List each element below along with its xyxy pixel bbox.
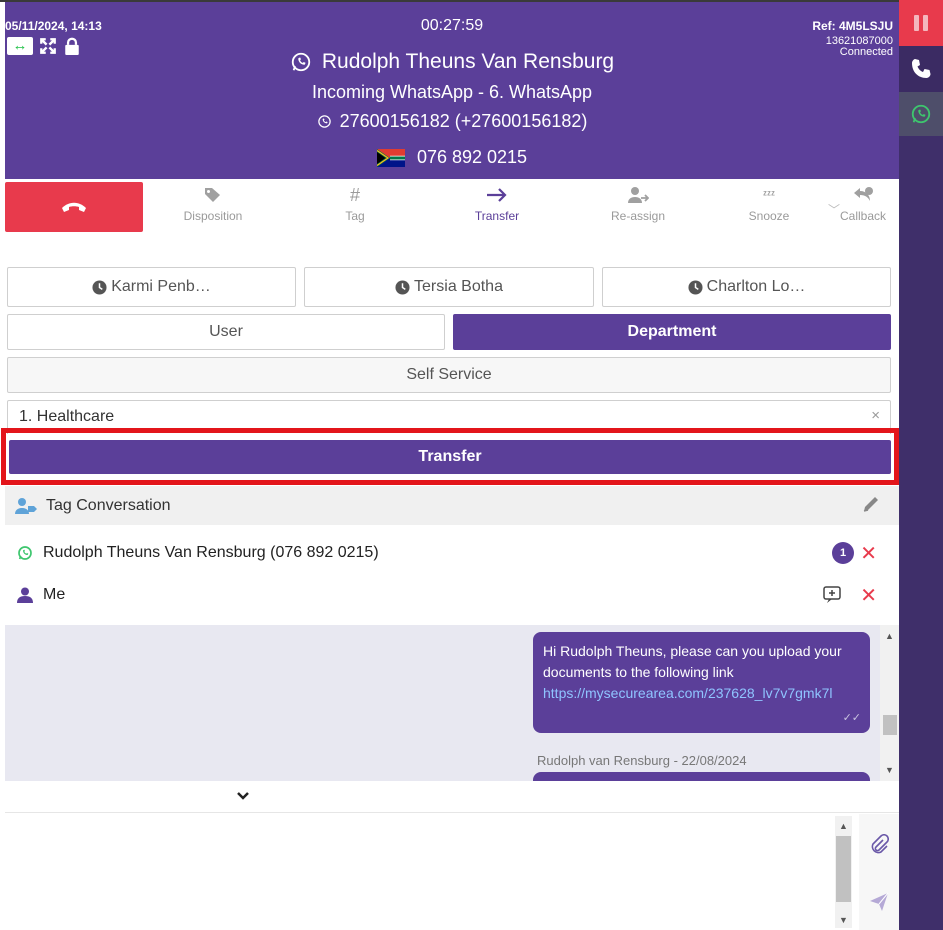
contact-name-row: Rudolph Theuns Van Rensburg	[5, 50, 899, 74]
quick-agent-label: Karmi Penb…	[111, 278, 211, 295]
app: 05/11/2024, 14:13 ↔ 00:27:59 Ref: 4M5LSJ…	[0, 0, 943, 930]
message-link[interactable]: https://mysecurearea.com/237628_lv7v7gmk…	[543, 683, 860, 704]
quick-agent-1[interactable]: Karmi Penb…	[7, 267, 296, 307]
quick-agent-label: Tersia Botha	[414, 278, 503, 295]
remove-icon[interactable]: ✕	[860, 583, 877, 608]
snooze-icon: ᶻᶻᶻ	[763, 189, 775, 201]
transfer-mode-department[interactable]: Department	[453, 314, 891, 350]
participant-name: Rudolph Theuns Van Rensburg (076 892 021…	[43, 544, 379, 561]
callback-label: Callback	[839, 209, 887, 223]
snooze-button[interactable]: ᶻᶻᶻ Snooze	[724, 181, 814, 233]
scroll-up-icon[interactable]: ▲	[839, 821, 848, 831]
transfer-button[interactable]: Transfer	[9, 440, 891, 474]
call-header: 05/11/2024, 14:13 ↔ 00:27:59 Ref: 4M5LSJ…	[5, 2, 899, 179]
clock-icon	[395, 279, 410, 295]
whatsapp-icon	[18, 546, 32, 560]
whatsapp-number-row: 27600156182 (+27600156182)	[5, 111, 899, 132]
participant-contact: Rudolph Theuns Van Rensburg (076 892 021…	[5, 533, 899, 573]
call-timer: 00:27:59	[420, 17, 484, 34]
chat-history[interactable]: Hi Rudolph Theuns, please can you upload…	[5, 625, 899, 781]
chat-bubble-icon[interactable]	[823, 586, 841, 604]
arrow-right-icon	[487, 188, 507, 202]
scroll-down-icon[interactable]: ▼	[839, 915, 848, 925]
pencil-icon[interactable]	[861, 494, 881, 514]
tag-label: Tag	[345, 209, 365, 223]
tag-icon	[205, 188, 220, 202]
scroll-up-icon[interactable]: ▲	[885, 631, 894, 641]
call-toolbar: Disposition # Tag Transfer Re-assign ᶻᶻᶻ…	[5, 181, 899, 233]
reassign-label: Re-assign	[610, 209, 666, 223]
transfer-tool-button[interactable]: Transfer	[452, 181, 542, 233]
phone-channel-button[interactable]	[899, 46, 943, 92]
quick-agent-3[interactable]: Charlton Lo…	[602, 267, 891, 307]
chat-scrollbar[interactable]: ▲ ▼	[880, 625, 899, 781]
send-icon[interactable]	[869, 892, 889, 912]
contact-name: Rudolph Theuns Van Rensburg	[321, 50, 615, 73]
message-input[interactable]	[5, 814, 835, 930]
whatsapp-channel-button[interactable]	[899, 92, 943, 136]
tag-conversation-label: Tag Conversation	[46, 496, 171, 514]
participant-name: Me	[43, 586, 66, 603]
phone-icon	[912, 59, 931, 78]
contact-number: 076 892 0215	[416, 147, 528, 167]
south-africa-flag-icon	[376, 148, 405, 167]
transfer-mode-user[interactable]: User	[7, 314, 445, 350]
hangup-button[interactable]	[5, 182, 143, 232]
transfer-mode-self-service[interactable]: Self Service	[7, 357, 891, 393]
hangup-icon	[62, 202, 86, 212]
message-text: Hi Rudolph Theuns, please can you upload…	[543, 643, 842, 680]
interaction-type: Incoming WhatsApp - 6. WhatsApp	[311, 82, 593, 102]
transfer-tool-label: Transfer	[474, 209, 520, 223]
hash-icon: #	[349, 184, 360, 205]
whatsapp-icon	[291, 52, 311, 72]
tag-button[interactable]: # Tag	[310, 181, 400, 233]
remove-icon[interactable]: ✕	[860, 541, 877, 566]
scroll-to-bottom-bar	[5, 781, 899, 813]
clock-icon	[92, 279, 107, 295]
snooze-label: Snooze	[748, 209, 790, 223]
scroll-thumb[interactable]	[883, 715, 897, 735]
whatsapp-icon	[317, 115, 331, 128]
channel-rail	[899, 0, 943, 930]
disposition-button[interactable]: Disposition	[168, 181, 258, 233]
scroll-thumb[interactable]	[836, 836, 851, 902]
participant-me: Me ✕	[5, 575, 899, 615]
whatsapp-number: 27600156182 (+27600156182)	[339, 111, 588, 131]
composer-scrollbar[interactable]: ▲ ▼	[835, 816, 852, 928]
pause-button[interactable]	[899, 0, 943, 46]
chevron-down-icon[interactable]	[235, 788, 251, 804]
tag-conversation-bar[interactable]: Tag Conversation	[5, 486, 899, 525]
reassign-button[interactable]: Re-assign	[593, 181, 683, 233]
contact-number-row: 076 892 0215	[5, 147, 899, 168]
paperclip-icon[interactable]	[869, 834, 889, 854]
scroll-down-icon[interactable]: ▼	[885, 765, 894, 775]
callback-icon	[854, 187, 873, 201]
quick-agent-label: Charlton Lo…	[706, 278, 806, 295]
pause-icon	[914, 15, 928, 31]
callback-button[interactable]: Callback	[827, 181, 899, 233]
disposition-label: Disposition	[183, 209, 243, 223]
whatsapp-icon	[911, 104, 931, 124]
clear-icon[interactable]: ×	[871, 407, 880, 424]
clock-icon	[688, 279, 703, 295]
read-ticks-icon: ✓✓	[842, 712, 861, 724]
reference: Ref: 4M5LSJU	[812, 19, 893, 33]
user-transfer-icon	[628, 187, 649, 203]
users-tag-icon	[15, 497, 37, 514]
user-icon	[17, 587, 33, 603]
quick-agent-2[interactable]: Tersia Botha	[304, 267, 594, 307]
unread-badge: 1	[832, 542, 854, 564]
department-select-value: 1. Healthcare	[19, 408, 115, 425]
composer-actions	[859, 814, 899, 930]
message-bubble	[533, 772, 870, 781]
message-sender: Rudolph van Rensburg - 22/08/2024	[537, 753, 747, 768]
message-bubble: Hi Rudolph Theuns, please can you upload…	[533, 632, 870, 733]
